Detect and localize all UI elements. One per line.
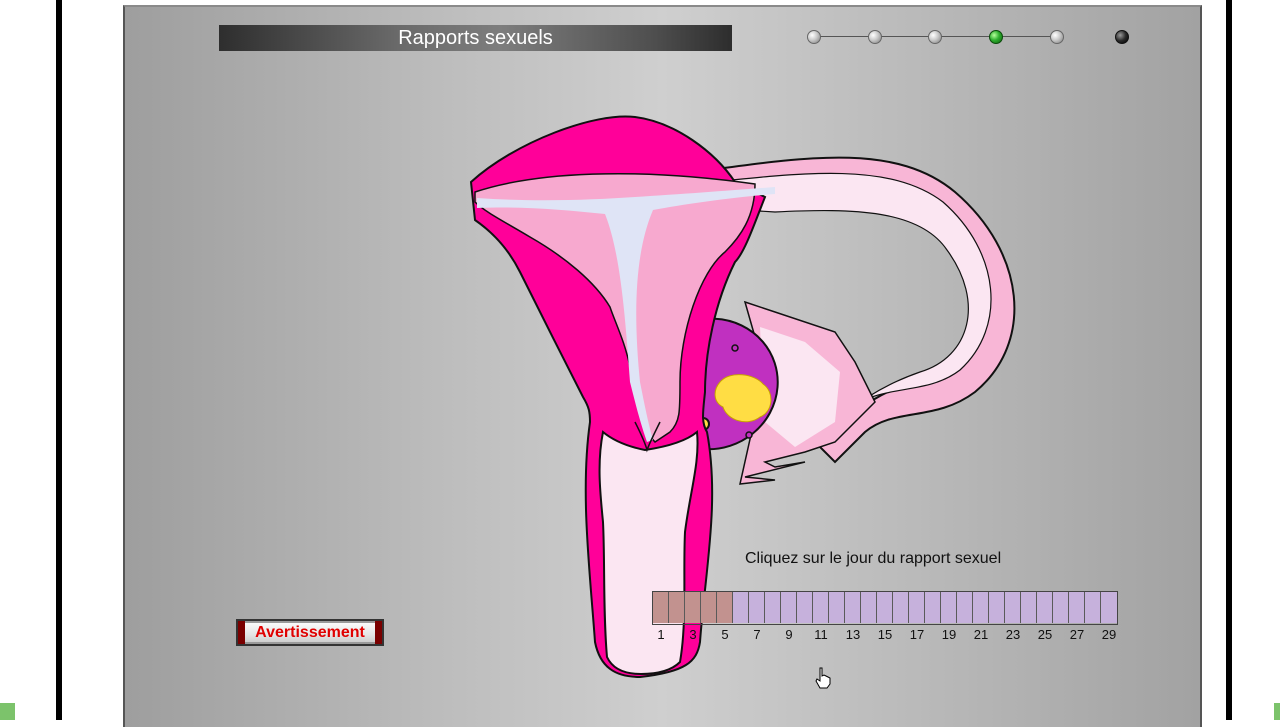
cycle-day-label: 11 (814, 627, 828, 642)
cycle-day-28[interactable] (1085, 592, 1101, 623)
animation-stage: Rapports sexuels Cliquez sur le jour du … (123, 5, 1202, 727)
cycle-day-6[interactable] (733, 592, 749, 623)
step-5-dot[interactable] (1050, 30, 1064, 44)
hand-pointer-icon (815, 667, 831, 689)
cycle-day-label: 7 (753, 627, 761, 642)
cycle-day-label: 1 (657, 627, 665, 642)
cycle-day-label: 23 (1005, 627, 1021, 642)
cycle-day-labels: 1 3 5 7 9 11 13 15 17 19 21 23 25 27 29 (652, 627, 1138, 645)
cycle-day-22[interactable] (989, 592, 1005, 623)
cycle-day-label: 21 (973, 627, 989, 642)
cycle-day-25[interactable] (1037, 592, 1053, 623)
cycle-day-label: 29 (1101, 627, 1117, 642)
cycle-day-9[interactable] (781, 592, 797, 623)
cycle-day-1[interactable] (653, 592, 669, 623)
cycle-day-4[interactable] (701, 592, 717, 623)
instruction-text: Cliquez sur le jour du rapport sexuel (745, 550, 1002, 567)
step-4-dot[interactable] (989, 30, 1003, 44)
cycle-day-18[interactable] (925, 592, 941, 623)
left-edge-marker (0, 703, 15, 720)
warning-button-label: Avertissement (255, 624, 365, 641)
cycle-day-8[interactable] (765, 592, 781, 623)
cycle-day-10[interactable] (797, 592, 813, 623)
cycle-day-label: 17 (909, 627, 925, 642)
cycle-day-label: 3 (689, 627, 697, 642)
cycle-day-label: 13 (845, 627, 861, 642)
cycle-day-label: 27 (1069, 627, 1085, 642)
cycle-day-13[interactable] (845, 592, 861, 623)
cycle-day-16[interactable] (893, 592, 909, 623)
cycle-day-11[interactable] (813, 592, 829, 623)
cycle-day-label: 5 (721, 627, 729, 642)
follicle (731, 344, 739, 352)
left-frame-border (56, 0, 62, 720)
cycle-day-24[interactable] (1021, 592, 1037, 623)
warning-button-left-cap (238, 621, 245, 644)
cycle-day-3[interactable] (685, 592, 701, 623)
cycle-day-label: 9 (785, 627, 793, 642)
step-2-dot[interactable] (868, 30, 882, 44)
cycle-day-15[interactable] (877, 592, 893, 623)
right-edge-marker (1274, 703, 1280, 720)
step-1-dot[interactable] (807, 30, 821, 44)
cycle-day-29[interactable] (1101, 592, 1117, 623)
cycle-day-21[interactable] (973, 592, 989, 623)
cycle-day-2[interactable] (669, 592, 685, 623)
page-title: Rapports sexuels (219, 25, 732, 51)
warning-button-right-cap (375, 621, 382, 644)
cycle-day-label: 15 (877, 627, 893, 642)
cycle-day-19[interactable] (941, 592, 957, 623)
cycle-day-23[interactable] (1005, 592, 1021, 623)
right-frame-border (1226, 0, 1232, 720)
cycle-day-27[interactable] (1069, 592, 1085, 623)
cycle-day-14[interactable] (861, 592, 877, 623)
cycle-day-5[interactable] (717, 592, 733, 623)
cycle-day-20[interactable] (957, 592, 973, 623)
warning-button[interactable]: Avertissement (236, 619, 384, 646)
step-3-dot[interactable] (928, 30, 942, 44)
cycle-day-calendar (652, 591, 1118, 625)
cycle-day-label: 19 (941, 627, 957, 642)
cycle-day-12[interactable] (829, 592, 845, 623)
step-end-dot[interactable] (1115, 30, 1129, 44)
cycle-day-26[interactable] (1053, 592, 1069, 623)
cycle-day-7[interactable] (749, 592, 765, 623)
cycle-day-17[interactable] (909, 592, 925, 623)
follicle (745, 431, 753, 439)
cycle-day-label: 25 (1037, 627, 1053, 642)
step-progress (807, 26, 1129, 48)
